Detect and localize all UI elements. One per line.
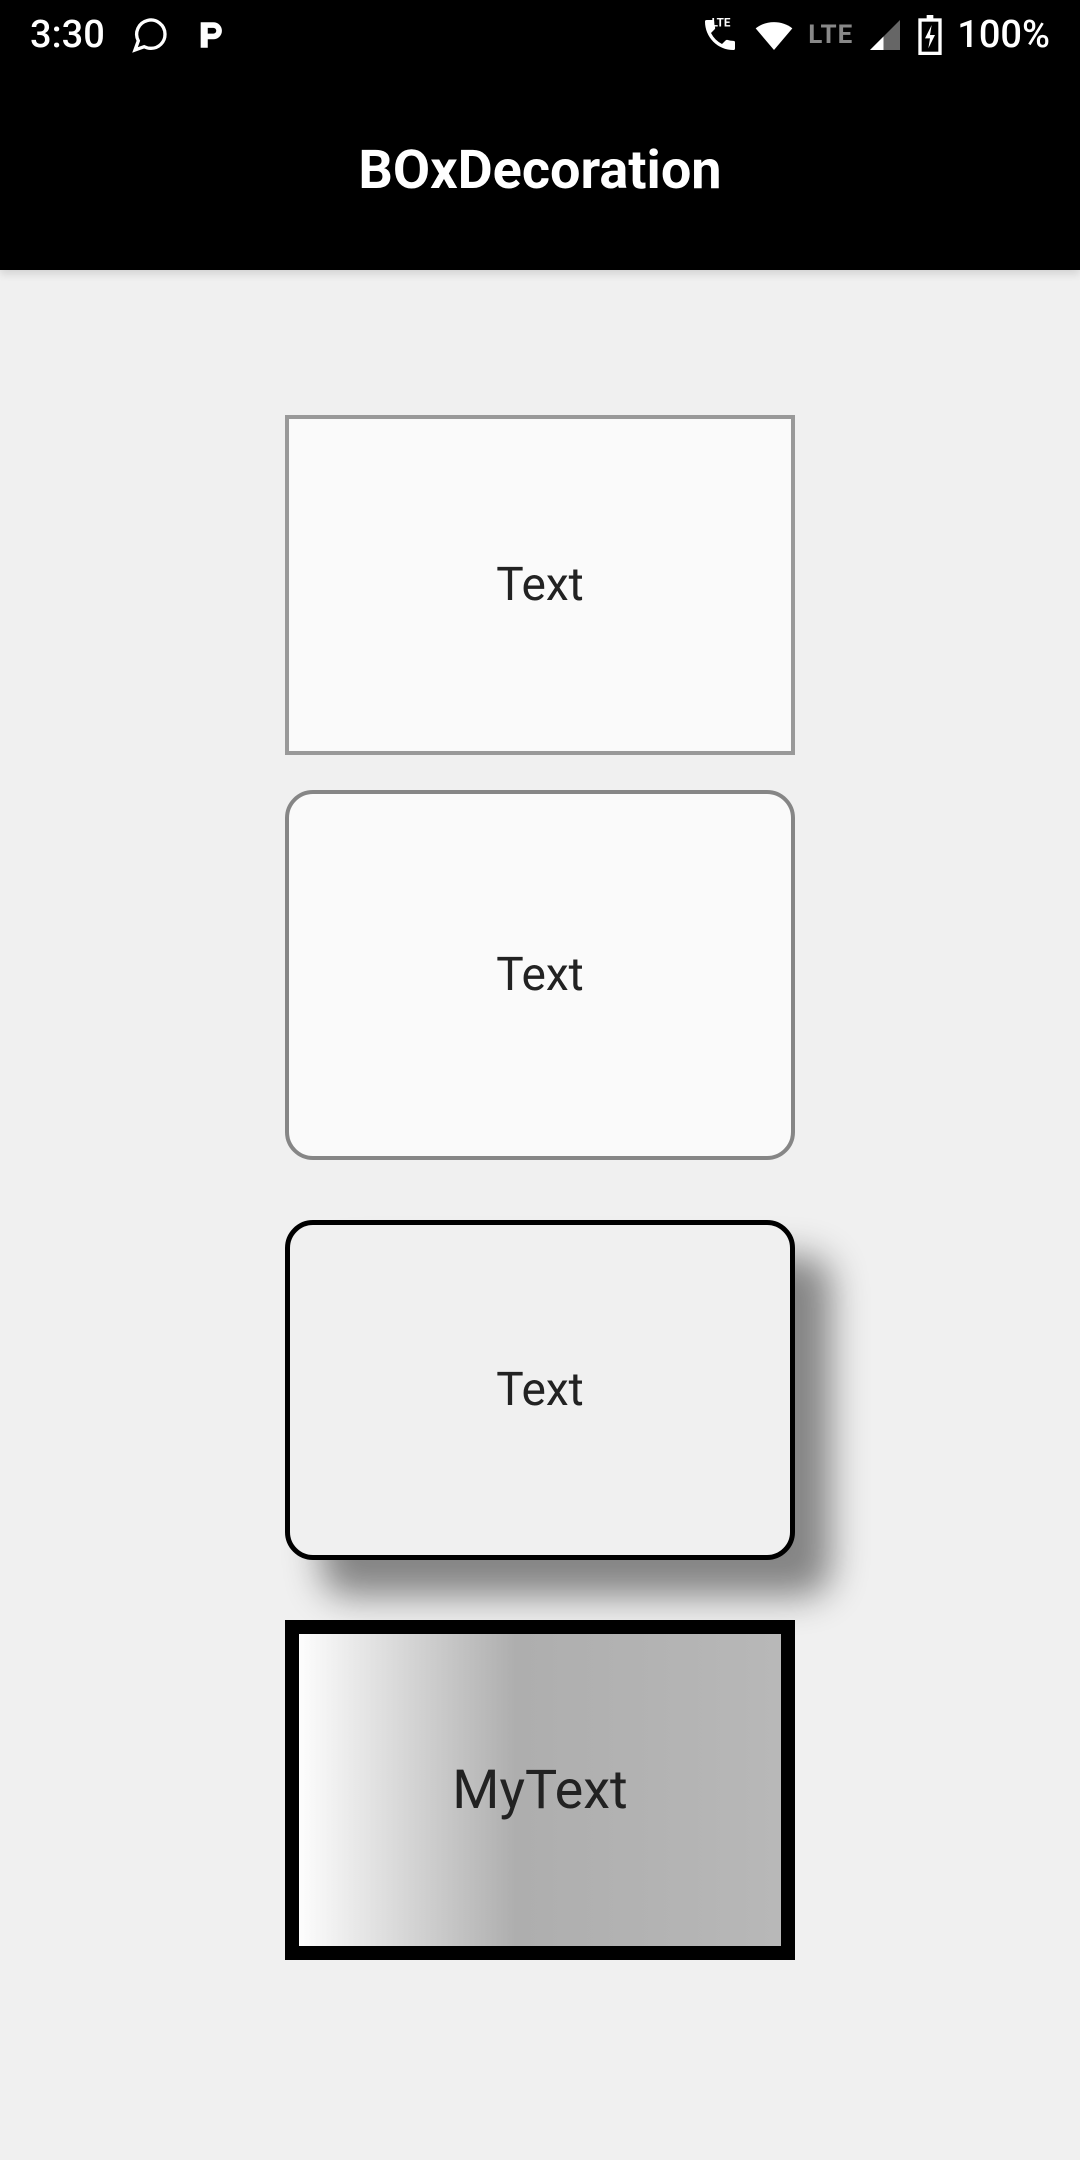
app-title: BOxDecoration xyxy=(358,139,721,202)
box-shadow-wrap: Text xyxy=(285,1220,795,1560)
volte-phone-icon: LTE xyxy=(700,15,740,55)
cellular-signal-icon xyxy=(867,17,903,53)
box4-text: MyText xyxy=(452,1759,627,1822)
box-rounded-border: Text xyxy=(285,790,795,1160)
box2-text: Text xyxy=(496,948,584,1002)
content-area: Text Text Text MyText xyxy=(0,270,1080,1960)
status-time: 3:30 xyxy=(30,13,105,57)
status-left-group: 3:30 xyxy=(30,13,229,57)
battery-charging-icon xyxy=(917,15,943,55)
box3-text: Text xyxy=(496,1363,584,1417)
box-gradient: MyText xyxy=(285,1620,795,1960)
box1-text: Text xyxy=(496,558,584,612)
lte-sim2-label: LTE xyxy=(808,20,853,50)
status-right-group: LTE LTE 100% xyxy=(700,13,1050,57)
box-shadow: Text xyxy=(285,1220,795,1560)
box-plain-border: Text xyxy=(285,415,795,755)
whatsapp-icon xyxy=(130,15,170,55)
status-bar: 3:30 LTE LTE xyxy=(0,0,1080,70)
wifi-icon xyxy=(754,15,794,55)
app-bar: BOxDecoration xyxy=(0,70,1080,270)
battery-percentage: 100% xyxy=(957,13,1050,57)
pandora-icon xyxy=(195,18,229,52)
